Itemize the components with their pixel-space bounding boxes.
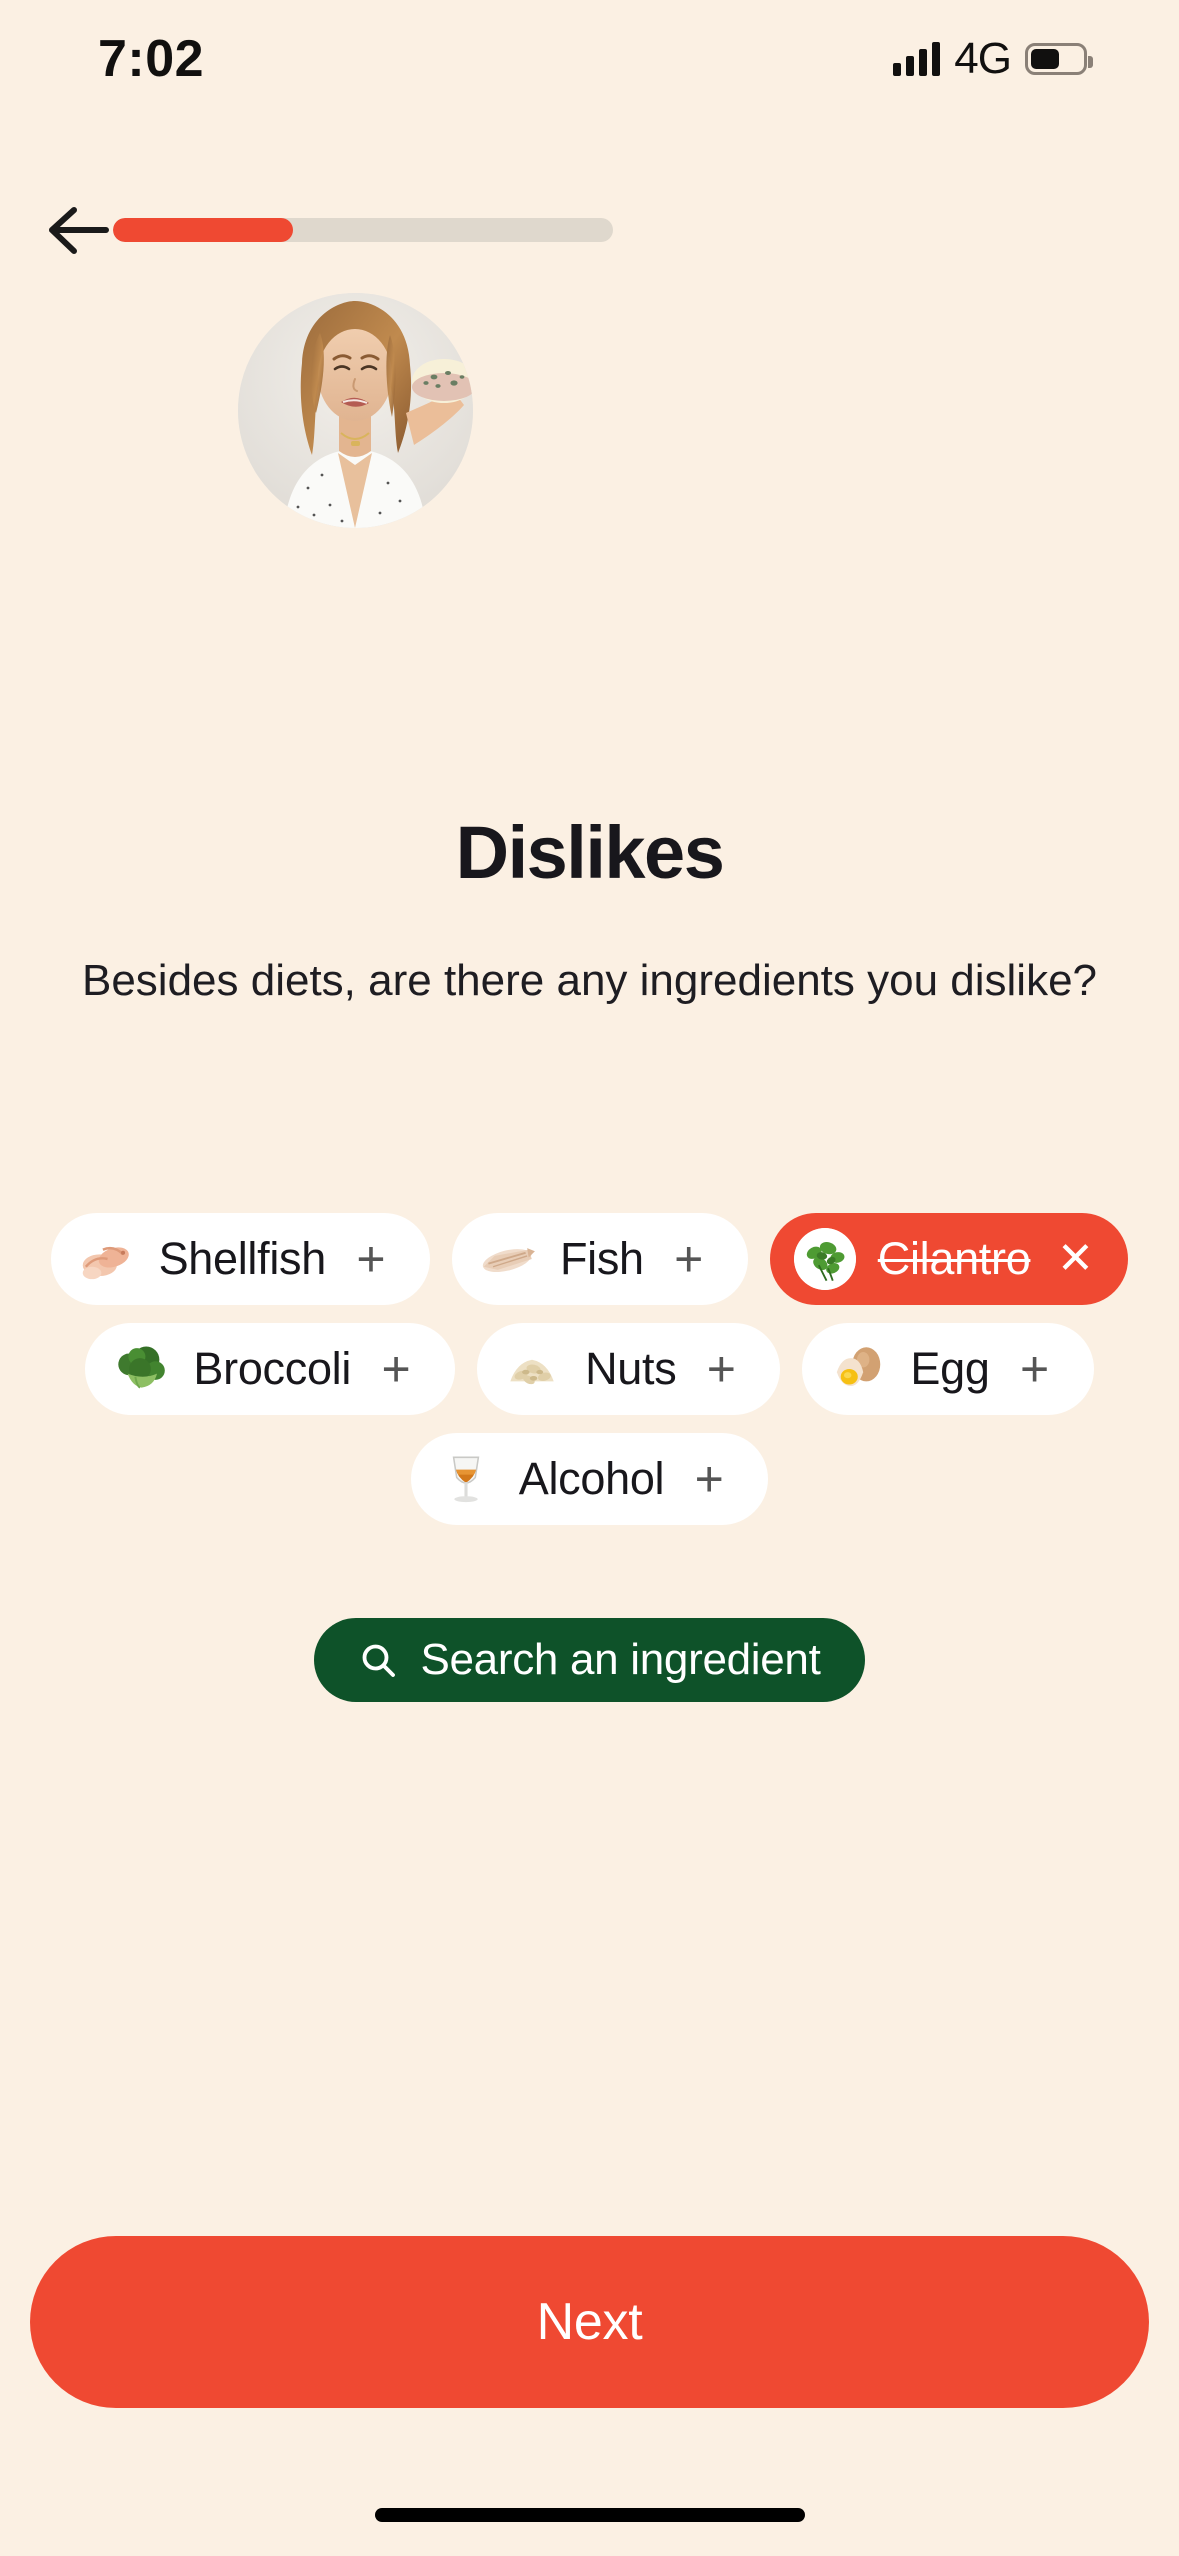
- battery-icon: [1025, 43, 1093, 75]
- ingredient-chip-cilantro[interactable]: Cilantro ✕: [769, 1213, 1129, 1305]
- status-indicators: 4G: [893, 34, 1093, 84]
- ingredient-chip-broccoli[interactable]: Broccoli +: [85, 1323, 456, 1415]
- add-ingredient-icon[interactable]: +: [698, 1344, 744, 1394]
- ingredient-chip-shellfish[interactable]: Shellfish +: [50, 1213, 430, 1305]
- chip-row: Broccoli + Nuts + Egg +: [26, 1323, 1153, 1415]
- chip-row: Alcohol +: [26, 1433, 1153, 1525]
- search-ingredient-label: Search an ingredient: [420, 1635, 821, 1684]
- cilantro-icon: [793, 1228, 856, 1290]
- page-title: Dislikes: [455, 811, 725, 894]
- broccoli-icon: [109, 1338, 171, 1400]
- cellular-signal-icon: [893, 42, 941, 76]
- back-button[interactable]: [32, 190, 124, 270]
- ingredient-chip-egg[interactable]: Egg +: [802, 1323, 1094, 1415]
- ingredient-chip-group: Shellfish + Fish + Cilantro ✕ Broccoli + Nuts + Eg…: [26, 1213, 1153, 1543]
- onboarding-progress-bar: [113, 218, 613, 242]
- search-icon: [363, 1644, 396, 1677]
- hero-image: [238, 293, 473, 528]
- app-screen: 7:02 4G Dislikes Besides diets, are ther…: [0, 0, 1179, 2556]
- back-arrow-icon: [49, 207, 109, 254]
- chip-label: Shellfish: [158, 1233, 327, 1284]
- status-bar: 7:02 4G: [0, 0, 1179, 118]
- add-ingredient-icon[interactable]: +: [348, 1234, 394, 1284]
- ingredient-chip-alcohol[interactable]: Alcohol +: [410, 1433, 769, 1525]
- page-subtitle: Besides diets, are there any ingredients…: [81, 956, 1098, 1005]
- chip-label: Egg: [910, 1343, 990, 1394]
- network-type-label: 4G: [954, 34, 1012, 83]
- ingredient-chip-fish[interactable]: Fish +: [451, 1213, 748, 1305]
- search-ingredient-button[interactable]: Search an ingredient: [314, 1618, 865, 1702]
- egg-icon: [826, 1338, 888, 1400]
- onboarding-header: [0, 190, 1179, 270]
- add-ingredient-icon[interactable]: +: [666, 1234, 712, 1284]
- nuts-icon: [501, 1338, 563, 1400]
- progress-fill: [113, 218, 293, 242]
- status-time: 7:02: [98, 30, 205, 88]
- add-ingredient-icon[interactable]: +: [1012, 1344, 1058, 1394]
- alcohol-glass-icon: [435, 1448, 497, 1510]
- chip-label: Nuts: [585, 1343, 677, 1394]
- chip-label: Broccoli: [193, 1343, 352, 1394]
- chip-row: Shellfish + Fish + Cilantro ✕: [26, 1213, 1153, 1305]
- add-ingredient-icon[interactable]: +: [373, 1344, 419, 1394]
- home-indicator[interactable]: [374, 2508, 805, 2522]
- search-ingredient-wrapper: Search an ingredient: [0, 1618, 1179, 1702]
- chip-label: Cilantro: [877, 1233, 1031, 1284]
- fish-icon: [476, 1228, 538, 1290]
- chip-label: Alcohol: [518, 1453, 665, 1504]
- shellfish-icon: [75, 1228, 137, 1290]
- ingredient-chip-nuts[interactable]: Nuts +: [477, 1323, 781, 1415]
- remove-ingredient-icon[interactable]: ✕: [1052, 1236, 1098, 1282]
- chip-label: Fish: [559, 1233, 644, 1284]
- next-button[interactable]: Next: [30, 2236, 1149, 2408]
- hero-photo-illustration: [238, 293, 473, 528]
- add-ingredient-icon[interactable]: +: [686, 1454, 732, 1504]
